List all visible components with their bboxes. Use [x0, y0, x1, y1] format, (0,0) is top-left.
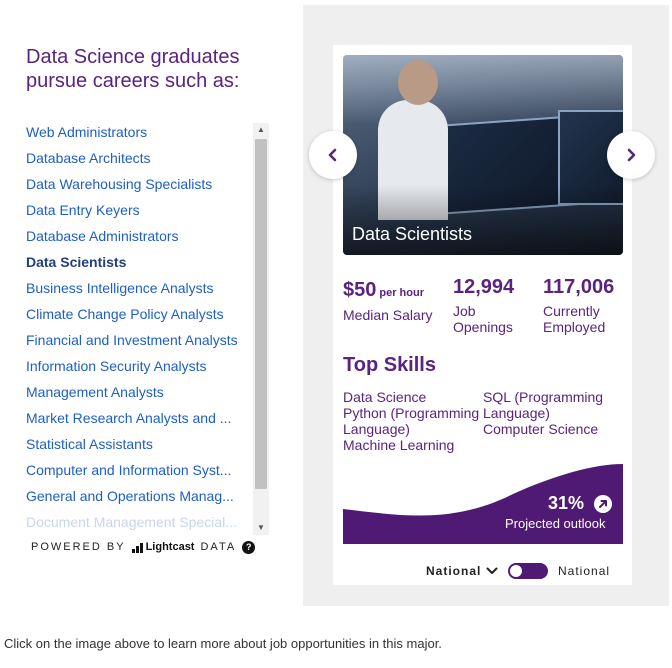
toggle-knob: [510, 565, 522, 577]
career-list-item[interactable]: Computer and Information Syst...: [26, 457, 254, 483]
job-openings-label-1: Job: [453, 303, 476, 319]
career-list-item[interactable]: Information Security Analysts: [26, 353, 254, 379]
scroll-up-arrow-icon[interactable]: ▲: [253, 123, 269, 137]
career-title: Data Scientists: [352, 224, 473, 244]
median-salary-value: $50 per hour: [343, 279, 424, 302]
career-list-item[interactable]: Financial and Investment Analysts: [26, 327, 254, 353]
career-list-item[interactable]: General and Operations Manag...: [26, 483, 254, 509]
skill-item: Computer Science: [483, 421, 599, 437]
career-list-item[interactable]: Business Intelligence Analysts: [26, 275, 254, 301]
career-list-item[interactable]: Data Scientists: [26, 249, 254, 275]
arrow-up-right-glyph: [599, 500, 607, 508]
help-icon[interactable]: ?: [242, 540, 256, 554]
currently-employed-value: 117,006: [543, 276, 615, 298]
salary-amount: $50: [343, 279, 377, 301]
careers-heading: Data Science graduates pursue careers su…: [26, 46, 240, 92]
scroll-thumb[interactable]: [255, 139, 267, 489]
next-career-button[interactable]: [607, 131, 655, 179]
powered-by: POWERED BY Lightcast DATA ?: [31, 540, 256, 554]
skill-item: Language): [483, 405, 550, 421]
powered-by-label: POWERED BY: [31, 541, 126, 553]
career-list-item[interactable]: Database Administrators: [26, 223, 254, 249]
lightcast-logo: Lightcast: [131, 541, 195, 553]
career-list-item[interactable]: Database Architects: [26, 145, 254, 171]
projected-outlook-percent: 31%: [548, 493, 585, 513]
skill-item: SQL (Programming: [483, 389, 604, 405]
region-toggle-label: National: [558, 564, 611, 578]
skill-item: Python (Programming: [343, 405, 480, 421]
career-list[interactable]: Web Administrators Database Architects Dat…: [26, 119, 254, 537]
career-list-item[interactable]: Data Entry Keyers: [26, 197, 254, 223]
job-openings-label-2: Openings: [453, 319, 513, 335]
previous-career-button[interactable]: [309, 131, 357, 179]
region-dropdown-label: National: [426, 564, 482, 578]
chevron-right-icon: [627, 148, 636, 162]
career-list-item[interactable]: Market Research Analysts and ...: [26, 405, 254, 431]
skill-item: Data Science: [343, 389, 427, 405]
hero-person-head: [398, 60, 438, 105]
skill-item: Language): [343, 421, 410, 437]
salary-unit: per hour: [379, 287, 424, 299]
median-salary-label: Median Salary: [343, 307, 433, 323]
career-list-item[interactable]: Management Analysts: [26, 379, 254, 405]
career-list-item[interactable]: Web Administrators: [26, 119, 254, 145]
career-list-item[interactable]: Data Warehousing Specialists: [26, 171, 254, 197]
chevron-left-icon: [328, 148, 337, 162]
career-list-scrollbar[interactable]: ▲ ▼: [253, 123, 269, 535]
top-skills-heading: Top Skills: [343, 354, 436, 376]
currently-employed-label-1: Currently: [543, 303, 600, 319]
lightcast-brand-text: Lightcast: [145, 541, 195, 553]
skill-item: Machine Learning: [343, 437, 455, 453]
career-list-item[interactable]: Statistical Assistants: [26, 431, 254, 457]
lightcast-bars-icon: [131, 543, 143, 553]
currently-employed-label-2: Employed: [543, 319, 606, 335]
career-list-item[interactable]: Document Management Special...: [26, 509, 254, 535]
arrow-up-right-icon: [594, 495, 612, 513]
region-toggle[interactable]: [508, 563, 548, 579]
job-openings-value: 12,994: [453, 276, 515, 298]
projected-outlook-label: Projected outlook: [505, 516, 606, 531]
career-list-item[interactable]: Climate Change Policy Analysts: [26, 301, 254, 327]
scroll-down-arrow-icon[interactable]: ▼: [253, 521, 269, 535]
region-dropdown[interactable]: National: [426, 563, 498, 579]
data-label: DATA: [200, 541, 237, 553]
image-caption: Click on the image above to learn more a…: [4, 636, 442, 651]
chevron-down-icon: [486, 567, 498, 574]
